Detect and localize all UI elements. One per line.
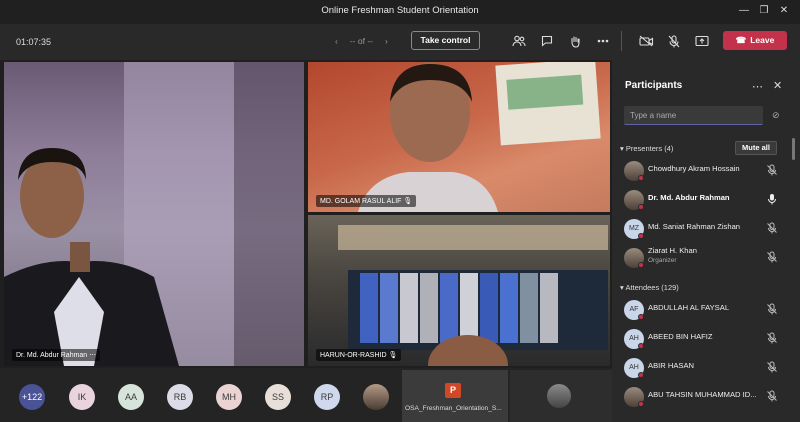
participants-button[interactable] [509, 32, 529, 50]
participant-name: ABU TAHSIN MUHAMMAD ID... [648, 390, 757, 399]
panel-scrollbar[interactable] [792, 138, 795, 160]
mic-off-icon[interactable] [766, 164, 778, 176]
participant-row[interactable]: AF ABDULLAH AL FAYSAL [620, 297, 790, 323]
mic-off-icon[interactable] [766, 361, 778, 373]
participant-name: ABEED BIN HAFIZ [648, 332, 713, 341]
attendees-section-header[interactable]: ▾ Attendees (129) [620, 283, 679, 292]
video-name-tag: MD. GOLAM RASUL ALIF 🎙 [316, 195, 417, 207]
leave-button[interactable]: ☎ Leave [723, 31, 787, 50]
participant-avatar[interactable]: RP [314, 384, 340, 410]
more-actions-button[interactable] [593, 32, 613, 50]
camera-off-icon [638, 35, 653, 47]
participant-avatar[interactable]: MH [216, 384, 242, 410]
participant-video-feed [338, 225, 608, 366]
participant-avatar[interactable]: IK [69, 384, 95, 410]
participant-name: Ziarat H. Khan [648, 246, 697, 255]
video-name-tag: HARUN-OR-RASHID 🎙 [316, 349, 402, 361]
speaker-video-feed [4, 62, 304, 366]
participant-name: Md. Saniat Rahman Zishan [648, 222, 741, 231]
presence-status-dot [638, 175, 644, 181]
video-name-tag: Dr. Md. Abdur Rahman ⋯ [12, 349, 101, 361]
presence-status-dot [638, 314, 644, 320]
mic-off-icon[interactable] [766, 303, 778, 315]
pager-text: -- of -- [349, 36, 373, 46]
mic-off-icon[interactable] [766, 332, 778, 344]
participant-row[interactable]: AH ABEED BIN HAFIZ [620, 326, 790, 352]
maximize-button[interactable]: ❐ [757, 4, 771, 18]
mute-all-button[interactable]: Mute all [735, 141, 777, 155]
participant-role: Organizer [648, 257, 677, 264]
participant-name: Chowdhury Akram Hossain [648, 164, 740, 173]
presence-status-dot [638, 372, 644, 378]
phone-hangup-icon: ☎ [735, 35, 747, 45]
participant-row[interactable]: ABU TAHSIN MUHAMMAD ID... [620, 384, 790, 410]
presence-status-dot [638, 343, 644, 349]
video-more-icon[interactable]: ⋯ [89, 352, 96, 359]
panel-close-icon[interactable]: ✕ [773, 79, 782, 92]
participant-video-feed [358, 62, 601, 212]
presenters-section-header[interactable]: ▾ Presenters (4) [620, 144, 673, 153]
presence-status-dot [638, 204, 644, 210]
chat-button[interactable] [537, 32, 557, 50]
toolbar-divider [621, 31, 622, 51]
leave-label: Leave [750, 35, 775, 45]
meeting-timer: 01:07:35 [16, 37, 52, 47]
share-invite-icon[interactable]: ⊘ [772, 110, 780, 121]
mic-off-small-icon: 🎙 [388, 352, 398, 359]
participant-avatar[interactable]: SS [265, 384, 291, 410]
raise-hand-icon [571, 35, 580, 48]
window-title: Online Freshman Student Orientation [321, 5, 479, 16]
pager-prev-button[interactable]: ‹ [335, 36, 338, 46]
slide-pager: ‹ -- of -- › [329, 36, 394, 46]
participant-avatar[interactable]: AA [118, 384, 144, 410]
video-tile-participant[interactable]: HARUN-OR-RASHID 🎙 [308, 215, 610, 366]
panel-more-icon[interactable]: ⋯ [752, 80, 763, 93]
participant-search-input[interactable] [624, 106, 763, 125]
pager-next-button[interactable]: › [385, 36, 388, 46]
more-participants-badge[interactable]: +122 [19, 384, 45, 410]
self-avatar [547, 384, 571, 408]
shared-file-name: OSA_Freshman_Orientation_S... [405, 405, 502, 412]
participant-avatar[interactable]: RB [167, 384, 193, 410]
mic-on-icon[interactable] [766, 193, 778, 205]
raise-hand-button[interactable] [565, 32, 585, 50]
participant-name: ABIR HASAN [648, 361, 694, 370]
participant-name: Dr. Md. Abdur Rahman [648, 193, 730, 202]
video-tile-main-speaker[interactable]: Dr. Md. Abdur Rahman ⋯ [4, 62, 304, 366]
chat-icon [541, 35, 553, 47]
mic-off-icon[interactable] [766, 222, 778, 234]
participant-row[interactable]: Dr. Md. Abdur Rahman [620, 187, 790, 213]
close-window-button[interactable]: ✕ [777, 4, 791, 18]
camera-toggle-button[interactable] [636, 32, 656, 50]
participant-row[interactable]: MZ Md. Saniat Rahman Zishan [620, 216, 790, 242]
powerpoint-icon: P [445, 383, 461, 398]
panel-title: Participants [625, 80, 683, 91]
participant-row[interactable]: Chowdhury Akram Hossain [620, 158, 790, 184]
mic-toggle-button[interactable] [664, 32, 684, 50]
mic-off-small-icon: 🎙 [403, 198, 413, 205]
participant-row[interactable]: Ziarat H. Khan Organizer [620, 245, 790, 271]
people-icon [512, 35, 526, 47]
participant-name: ABDULLAH AL FAYSAL [648, 303, 730, 312]
mic-off-icon[interactable] [766, 390, 778, 402]
presence-status-dot [638, 233, 644, 239]
mic-off-icon[interactable] [766, 251, 778, 263]
presence-status-dot [638, 262, 644, 268]
participant-avatar-photo[interactable] [363, 384, 389, 410]
participant-row[interactable]: AH ABIR HASAN [620, 355, 790, 381]
mic-off-icon [668, 34, 680, 47]
more-icon [597, 39, 609, 43]
take-control-button[interactable]: Take control [411, 31, 480, 50]
share-screen-icon [695, 35, 709, 47]
minimize-button[interactable]: — [737, 4, 751, 18]
share-button[interactable] [692, 32, 712, 50]
presence-status-dot [638, 401, 644, 407]
video-tile-participant[interactable]: MD. GOLAM RASUL ALIF 🎙 [308, 62, 610, 212]
